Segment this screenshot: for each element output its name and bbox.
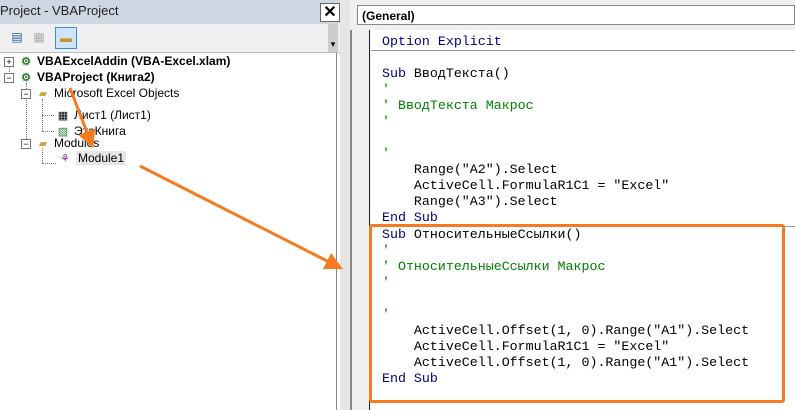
arrow-to-module [68,87,96,149]
annotation-arrows [68,87,344,270]
arrow-to-macro [139,164,344,270]
